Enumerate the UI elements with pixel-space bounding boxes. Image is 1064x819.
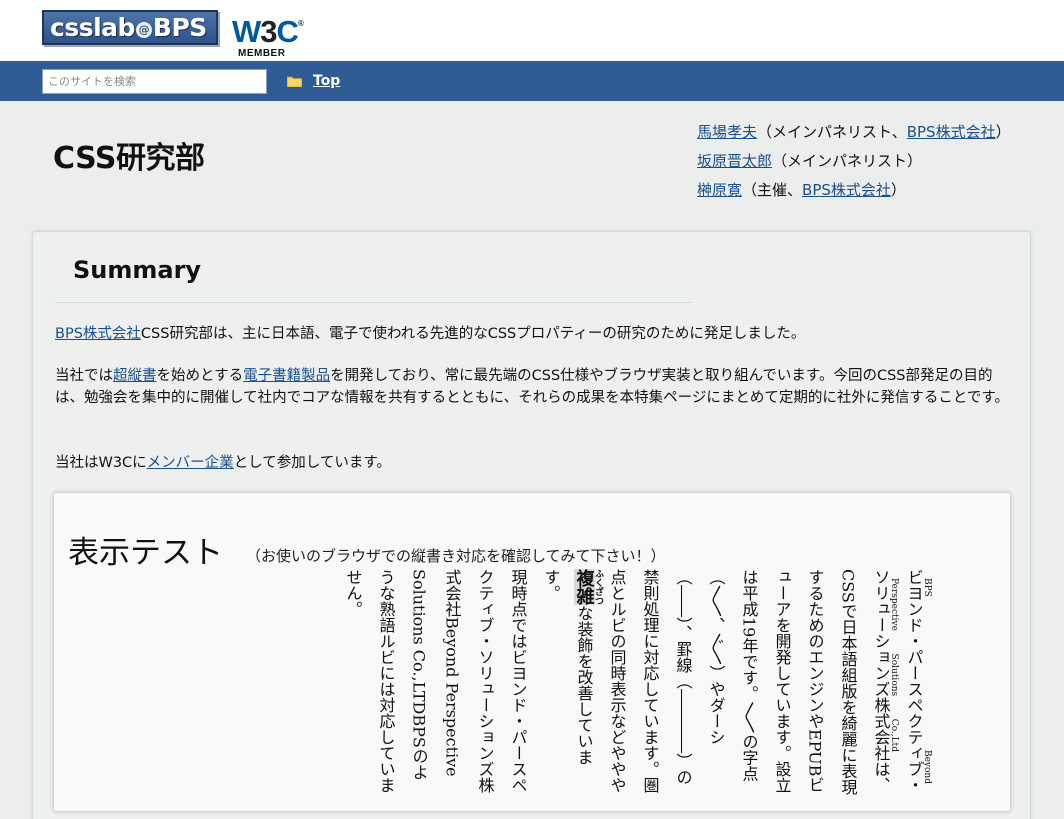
vertical-paragraph-1: ビヨンド・パースペクティブ・ソリューションズ株式会社 BPS Beyond Per… xyxy=(541,569,933,795)
ebook-products-link[interactable]: 電子書籍製品 xyxy=(243,368,330,384)
member-row: 坂原晋太郎（メインパネリスト） xyxy=(697,152,923,170)
member-row: 榊原寛（主催、BPS株式会社） xyxy=(697,181,906,199)
summary-paragraph-1: BPS株式会社CSS研究部は、主に日本語、電子で使われる先進的なCSSプロパティ… xyxy=(55,326,806,342)
nav-top-link-group: Top xyxy=(287,72,340,90)
summary-card: Summary BPS株式会社CSS研究部は、主に日本語、電子で使われる先進的な… xyxy=(32,231,1031,819)
company-ruby: ビヨンド・パースペクティブ・ソリューションズ株式会社 BPS Beyond Per… xyxy=(871,569,933,793)
site-header: csslab @ BPS W3C® MEMBER xyxy=(0,0,1064,61)
member-company-link[interactable]: メンバー企業 xyxy=(147,455,234,471)
member-link[interactable]: 榊原寛 xyxy=(697,181,742,199)
w3c-member-logo[interactable]: W3C® MEMBER xyxy=(232,8,304,60)
bps-link[interactable]: BPS株式会社 xyxy=(55,326,141,342)
nav-top-link[interactable]: Top xyxy=(313,73,340,89)
vertical-paragraph-2: 現時点ではビヨンド・パースペクティブ・ソリューションズ株式会社Beyond Pe… xyxy=(343,569,528,793)
logo-text-csslab: csslab xyxy=(50,13,135,42)
w3c-mark: W3C® xyxy=(232,14,304,49)
folder-icon xyxy=(287,76,302,87)
fukuzatsu-ruby: 複雑ふくざつ xyxy=(573,569,603,605)
logo-at-badge: @ xyxy=(135,22,152,38)
display-test-box: 表示テスト （お使いのブラウザでの縦書き対応を確認してみて下さい！） ビヨンド・… xyxy=(53,492,1011,812)
site-search-input[interactable] xyxy=(42,69,267,94)
member-row: 馬場孝夫（メインパネリスト、BPS株式会社） xyxy=(697,123,1011,141)
vertical-text-sample: ビヨンド・パースペクティブ・ソリューションズ株式会社 BPS Beyond Per… xyxy=(232,569,932,795)
member-link[interactable]: 馬場孝夫 xyxy=(697,123,757,141)
summary-paragraph-3: 当社はW3Cにメンバー企業として参加しています。 xyxy=(55,455,391,471)
csslab-bps-logo[interactable]: csslab @ BPS xyxy=(42,10,218,45)
summary-title: Summary xyxy=(73,256,202,284)
display-test-note: （お使いのブラウザでの縦書き対応を確認してみて下さい！） xyxy=(246,547,666,565)
display-test-title: 表示テスト xyxy=(68,535,223,571)
w3c-member-label: MEMBER xyxy=(238,48,286,59)
member-list: 馬場孝夫（メインパネリスト、BPS株式会社） 坂原晋太郎（メインパネリスト） 榊… xyxy=(697,118,1011,205)
logo-text-bps: BPS xyxy=(152,13,207,42)
member-link[interactable]: 坂原晋太郎 xyxy=(697,152,772,170)
org-link[interactable]: BPS株式会社 xyxy=(907,123,996,141)
nav-bar: Top xyxy=(0,61,1064,101)
summary-paragraph-2: 当社では超縦書を始めとする電子書籍製品を開発しており、常に最先端のCSS仕様やブ… xyxy=(55,368,1009,406)
page-title: CSS研究部 xyxy=(53,141,205,176)
chotategaki-link[interactable]: 超縦書 xyxy=(113,368,157,384)
summary-divider xyxy=(55,302,692,303)
org-link[interactable]: BPS株式会社 xyxy=(802,181,891,199)
